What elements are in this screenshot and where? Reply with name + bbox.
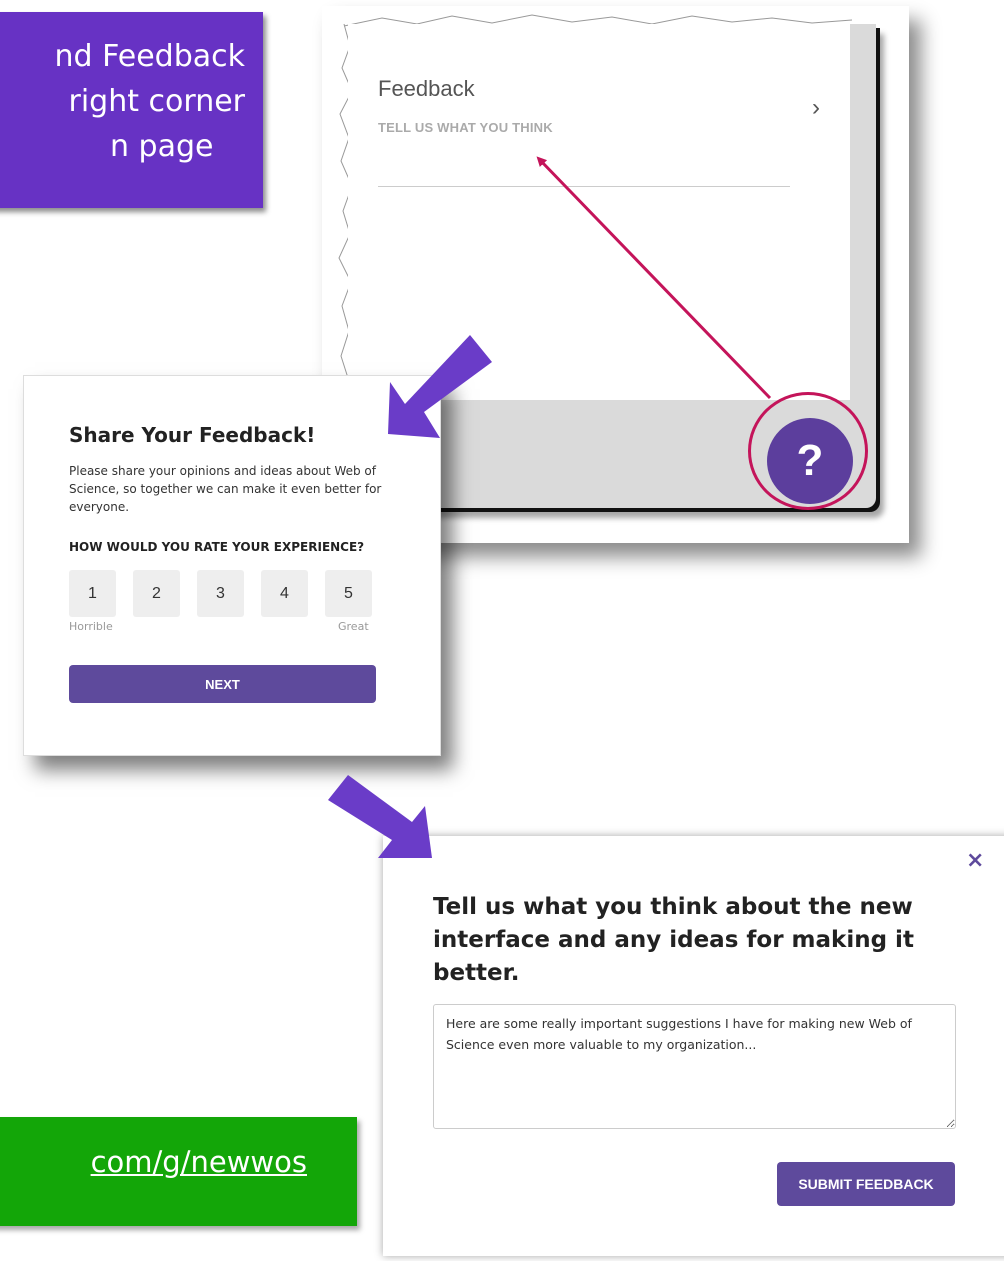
chevron-right-icon: › [812,94,820,121]
rating-button-5[interactable]: 5 [325,570,372,617]
feedback-title: Feedback [378,76,475,101]
callout-line-1: nd Feedback [54,39,245,74]
callout-line-2: right corner [68,84,245,119]
callout-line-3: n page [110,129,214,164]
feedback-menu-item[interactable]: Feedback TELL US WHAT YOU THINK › [378,24,820,400]
dialog-description: Please share your opinions and ideas abo… [69,464,382,514]
dialog-title: Share Your Feedback! [69,423,316,447]
rating-low-label: Horrible [69,620,113,633]
rating-button-1[interactable]: 1 [69,570,116,617]
share-feedback-dialog: Share Your Feedback! Please share your o… [23,375,441,756]
next-button[interactable]: NEXT [69,665,376,703]
feedback-textarea[interactable]: Here are some really important suggestio… [433,1004,956,1129]
help-menu-panel: Feedback TELL US WHAT YOU THINK › [348,24,850,400]
submit-feedback-button[interactable]: SUBMIT FEEDBACK [777,1162,955,1206]
dialog-heading: Tell us what you think about the new int… [433,894,914,986]
feedback-subtitle: TELL US WHAT YOU THINK [378,120,553,135]
instruction-callout: nd Feedback right corner n page [0,12,263,208]
rating-question: HOW WOULD YOU RATE YOUR EXPERIENCE? [69,540,365,554]
rating-button-2[interactable]: 2 [133,570,180,617]
rating-scale: 1 2 3 4 5 [69,570,372,617]
close-icon[interactable]: × [966,848,984,873]
newwos-link[interactable]: com/g/newwos [91,1145,307,1179]
rating-button-3[interactable]: 3 [197,570,244,617]
help-question-icon[interactable]: ? [767,418,853,504]
divider [378,186,790,187]
tell-us-dialog: × Tell us what you think about the new i… [383,836,1004,1256]
rating-button-4[interactable]: 4 [261,570,308,617]
rating-high-label: Great [338,620,369,633]
link-box: com/g/newwos [0,1117,357,1226]
